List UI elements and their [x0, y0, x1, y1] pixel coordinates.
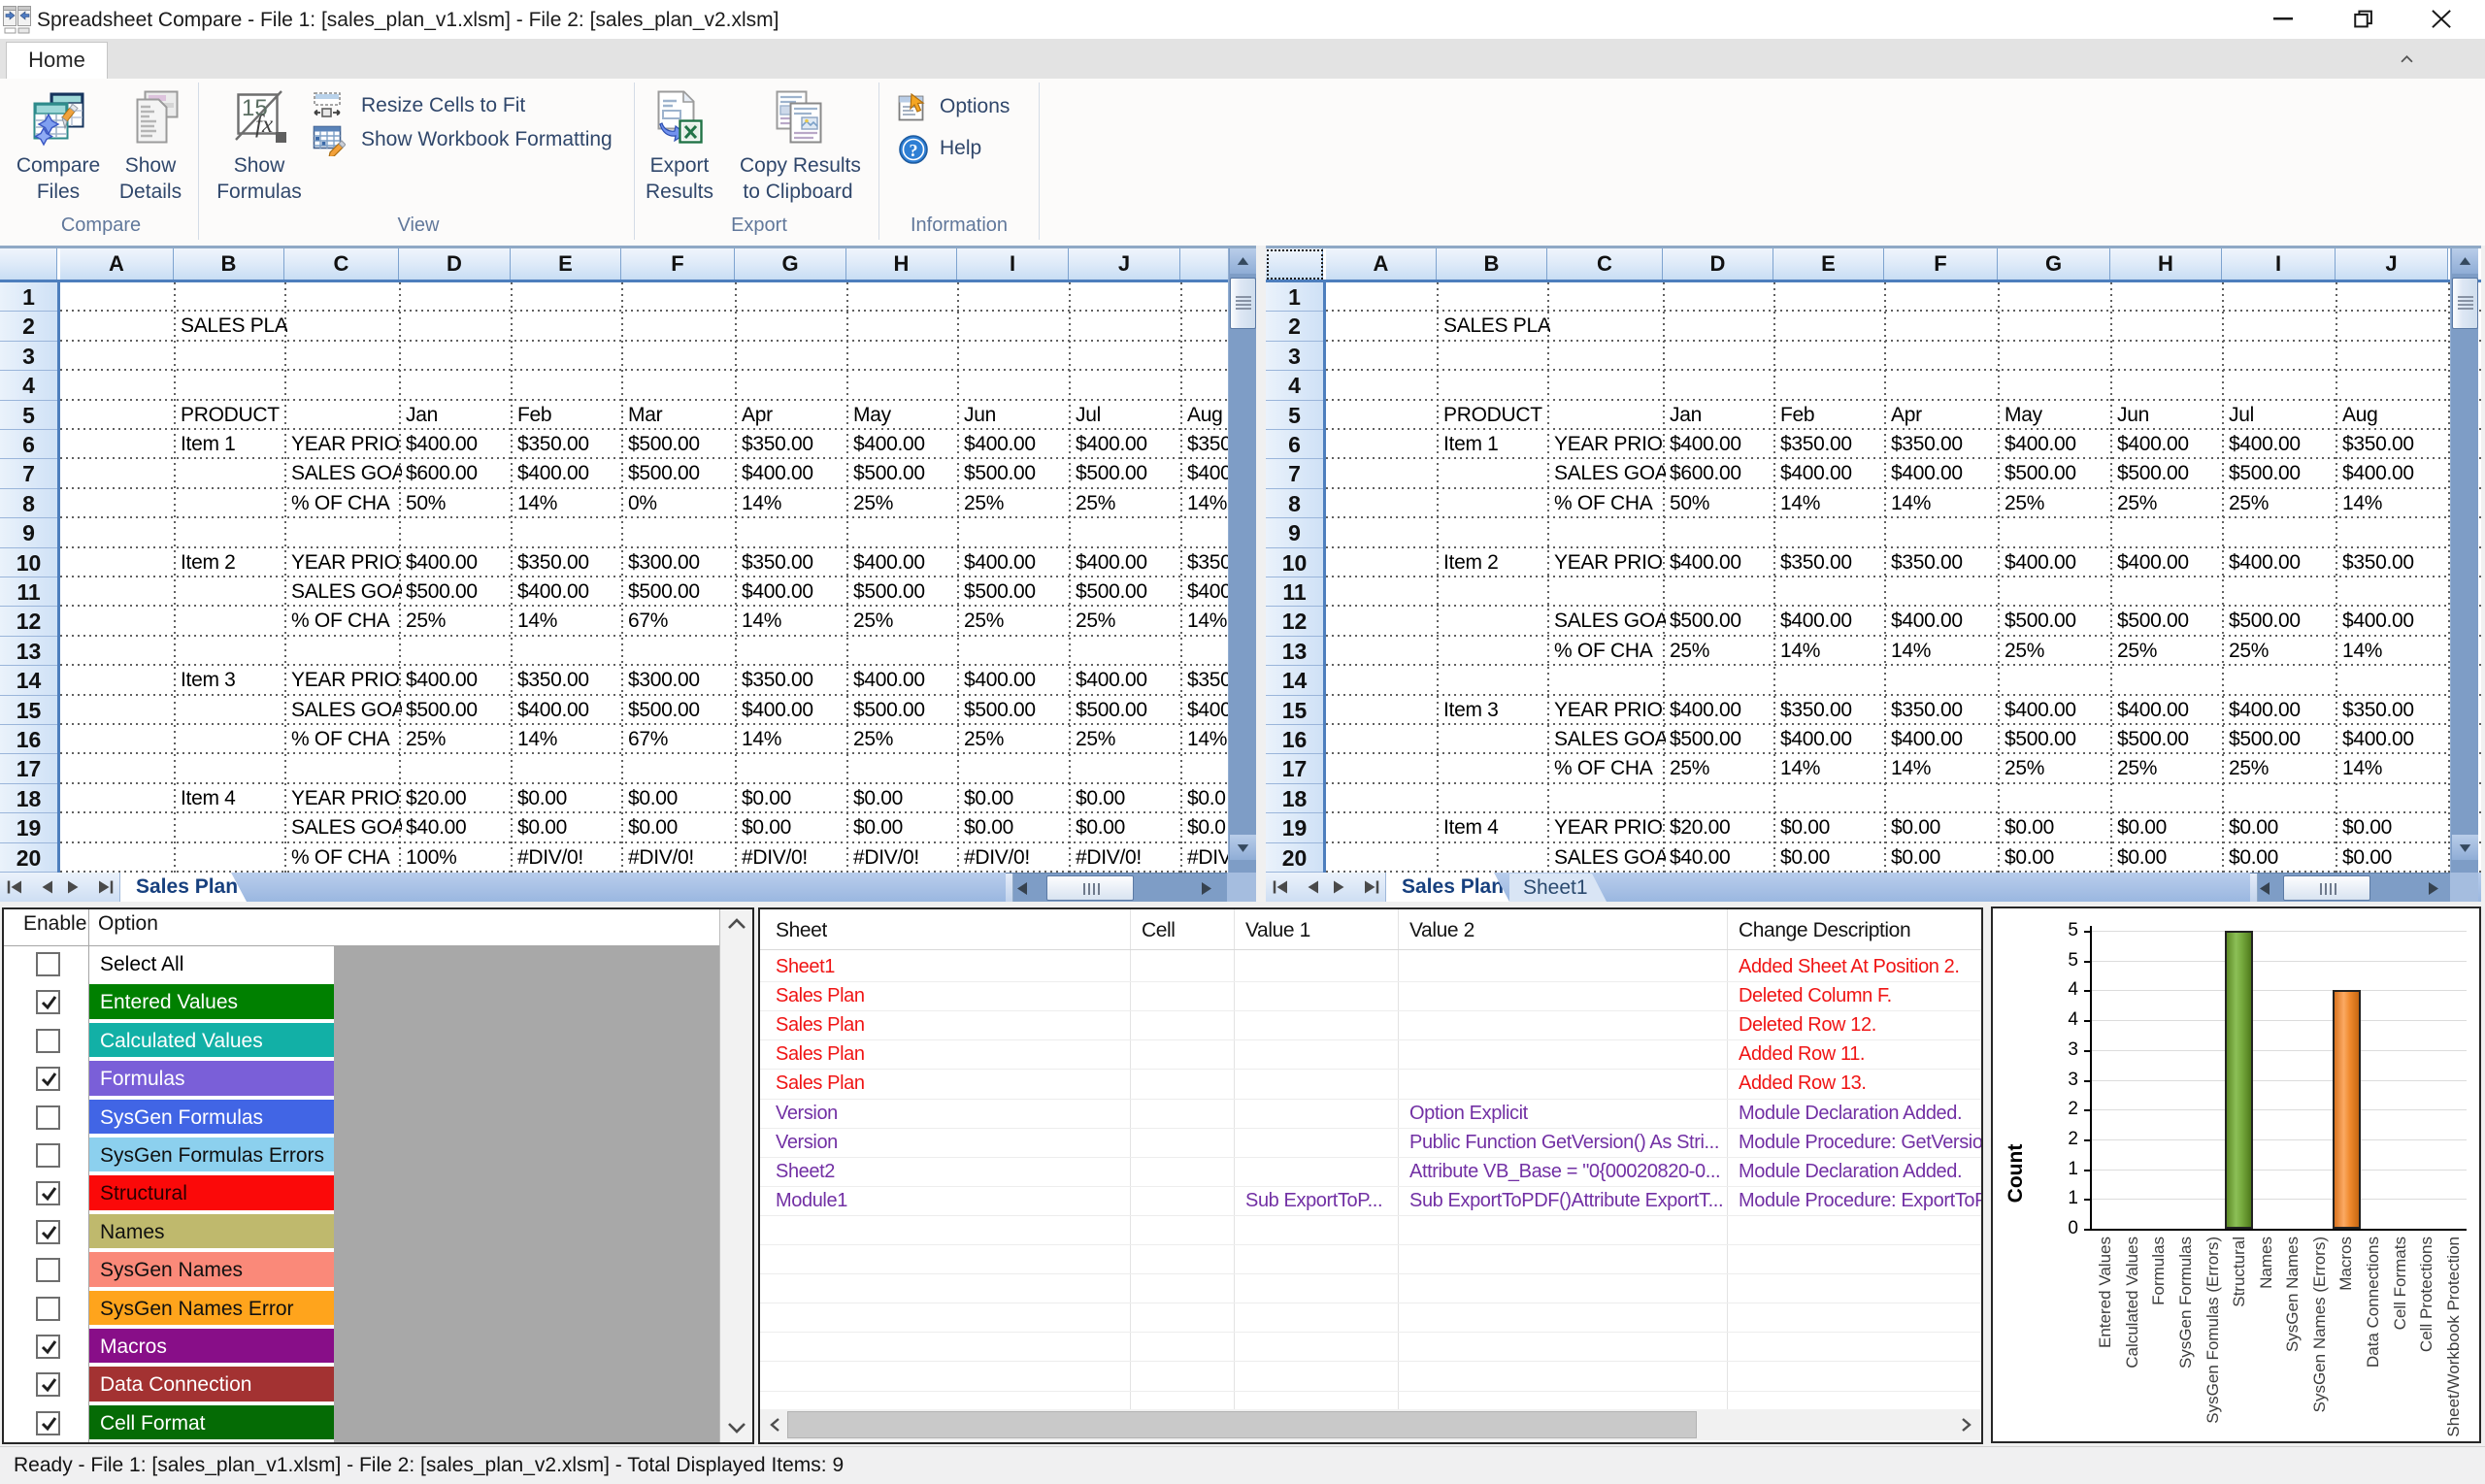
svg-text:fx: fx: [255, 112, 273, 138]
svg-text:?: ?: [910, 141, 918, 160]
